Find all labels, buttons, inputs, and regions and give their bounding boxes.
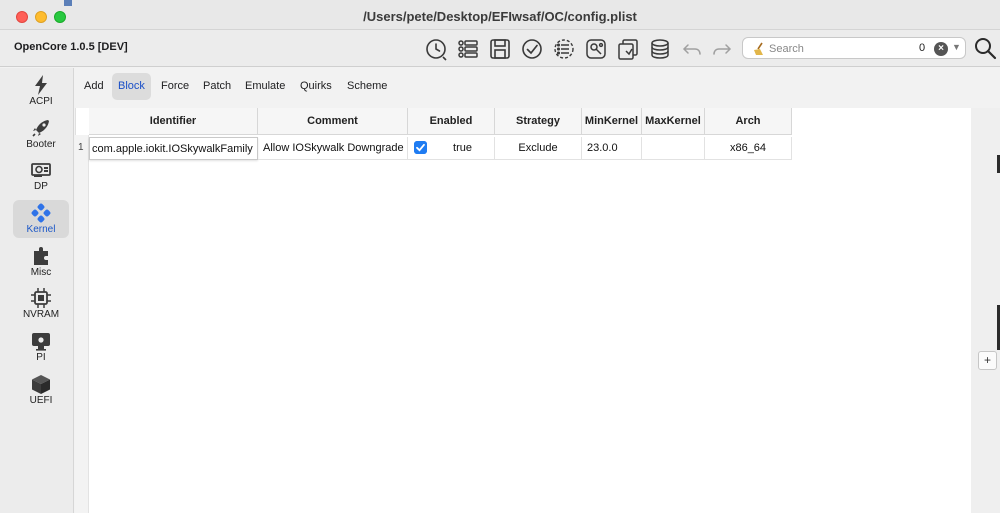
apple-monitor-icon	[32, 333, 50, 351]
search-count: 0	[919, 42, 926, 54]
rocket-icon	[32, 120, 49, 137]
column-header-enabled[interactable]: Enabled	[408, 108, 495, 135]
save-icon[interactable]	[487, 36, 513, 62]
sidebar-item-pi[interactable]: PI	[13, 328, 69, 366]
row-number: 1	[78, 142, 84, 153]
sidebar-item-acpi[interactable]: ACPI	[13, 72, 69, 110]
sidebar-item-label: Kernel	[26, 224, 56, 235]
tab-block[interactable]: Block	[112, 73, 151, 100]
search-icon[interactable]	[973, 36, 997, 60]
column-header-strategy[interactable]: Strategy	[495, 108, 582, 135]
check-icon[interactable]	[519, 36, 545, 62]
checklist-icon[interactable]	[551, 36, 577, 62]
sidebar-item-label: Misc	[30, 267, 52, 278]
toolbar: OpenCore 1.0.5 [DEV] Search 0 × ▼	[0, 30, 1000, 67]
sidebar-item-label: NVRAM	[22, 309, 60, 320]
right-panel	[971, 108, 1000, 513]
sidebar-item-label: PI	[36, 352, 46, 363]
sidebar-item-booter[interactable]: Booter	[13, 115, 69, 153]
undo-icon[interactable]	[679, 36, 705, 62]
sidebar-item-kernel[interactable]: Kernel	[13, 200, 69, 238]
database-icon[interactable]	[647, 36, 673, 62]
clear-search-icon[interactable]: ×	[934, 42, 948, 56]
background-sliver	[72, 0, 76, 6]
sidebar-item-misc[interactable]: Misc	[13, 243, 69, 281]
app-window: /Users/pete/Desktop/EFIwsaf/OC/config.pl…	[0, 0, 1000, 513]
title-bar: /Users/pete/Desktop/EFIwsaf/OC/config.pl…	[0, 0, 1000, 30]
network-icon[interactable]	[583, 36, 609, 62]
redo-icon[interactable]	[709, 36, 735, 62]
tab-quirks[interactable]: Quirks	[294, 73, 338, 100]
tab-patch[interactable]: Patch	[197, 73, 237, 100]
cell-maxkernel[interactable]	[642, 137, 705, 160]
column-header-minkernel[interactable]: MinKernel	[582, 108, 642, 135]
gpu-card-icon	[31, 163, 51, 177]
tab-force[interactable]: Force	[155, 73, 195, 100]
sidebar-item-label: UEFI	[29, 395, 53, 406]
tab-bar: Add Block Force Patch Emulate Quirks Sch…	[75, 70, 775, 104]
window-title: /Users/pete/Desktop/EFIwsaf/OC/config.pl…	[363, 9, 637, 24]
cell-minkernel[interactable]: 23.0.0	[582, 137, 642, 160]
history-icon[interactable]	[424, 36, 450, 62]
column-header-maxkernel[interactable]: MaxKernel	[642, 108, 705, 135]
enabled-checkbox[interactable]	[414, 141, 427, 154]
sidebar-item-dp[interactable]: DP	[13, 157, 69, 195]
sidebar-item-uefi[interactable]: UEFI	[13, 371, 69, 409]
broom-icon	[754, 42, 763, 55]
cell-identifier[interactable]: com.apple.iokit.IOSkywalkFamily	[89, 137, 258, 160]
table-body[interactable]	[75, 108, 971, 513]
kernel-icon	[31, 203, 51, 223]
chip-icon	[31, 288, 51, 308]
puzzle-icon	[34, 247, 48, 265]
sidebar-item-label: Booter	[26, 139, 56, 150]
search-input[interactable]	[769, 40, 909, 58]
column-header-identifier[interactable]: Identifier	[89, 108, 258, 135]
sidebar-item-nvram[interactable]: NVRAM	[13, 285, 69, 323]
chevron-down-icon[interactable]: ▼	[952, 42, 961, 52]
cell-comment[interactable]: Allow IOSkywalk Downgrade	[258, 137, 408, 160]
app-name: OpenCore 1.0.5 [DEV]	[14, 41, 128, 53]
import-icon[interactable]	[615, 36, 641, 62]
add-row-button[interactable]: +	[978, 351, 997, 370]
tab-emulate[interactable]: Emulate	[239, 73, 291, 100]
row-gutter	[75, 135, 89, 513]
tab-scheme[interactable]: Scheme	[341, 73, 393, 100]
cell-arch[interactable]: x86_64	[705, 137, 792, 160]
search-field[interactable]: 0 × ▼	[742, 37, 966, 59]
bolt-icon	[35, 75, 47, 95]
cell-strategy[interactable]: Exclude	[495, 137, 582, 160]
sidebar-item-label: ACPI	[29, 96, 53, 107]
cube-icon	[32, 375, 50, 394]
column-header-comment[interactable]: Comment	[258, 108, 408, 135]
background-sliver	[64, 0, 72, 6]
sidebar-item-label: DP	[34, 181, 48, 192]
sidebar: ACPI Booter DP Kernel Misc NVRAM PI UEFI	[0, 68, 74, 513]
tab-add[interactable]: Add	[78, 73, 110, 100]
list-icon[interactable]	[455, 36, 481, 62]
column-header-arch[interactable]: Arch	[705, 108, 792, 135]
